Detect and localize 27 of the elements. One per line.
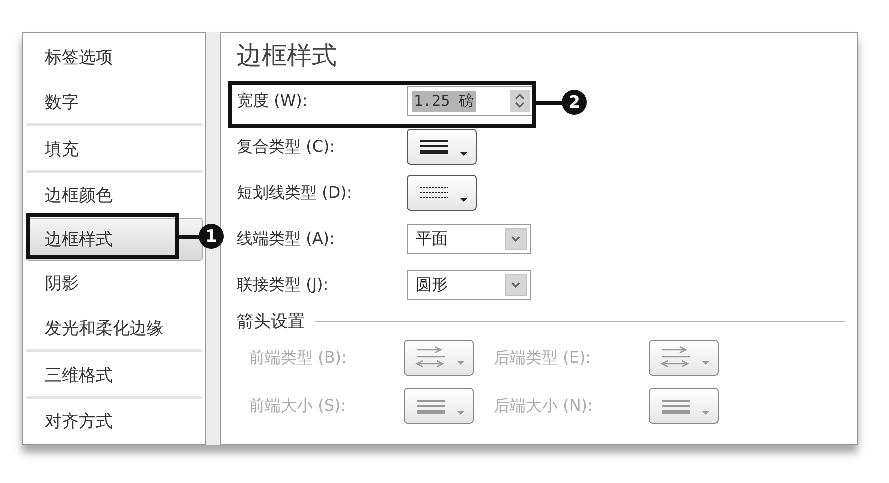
dropdown[interactable]: 平面 [407,224,531,254]
field-label: 宽度 (W): [237,90,309,112]
field-label: 后端大小 (N): [494,396,594,416]
sidebar-item[interactable]: 发光和柔化边缘 [26,306,203,352]
sidebar-item[interactable]: 阴影 [26,262,203,305]
field-label: 复合类型 (C): [237,136,336,158]
line-style-button[interactable] [407,129,477,165]
field-label: 前端类型 (B): [249,348,348,368]
field-label: 线端类型 (A): [237,228,336,250]
line-style-button[interactable] [407,175,477,211]
field-label: 短划线类型 (D): [237,182,354,204]
sidebar-item[interactable]: 边框颜色 [26,174,203,217]
width-field[interactable]: 1.25 磅 [407,86,535,116]
section-title: 箭头设置 [237,310,305,332]
sidebar-item[interactable]: 填充 [26,127,203,173]
sidebar-item[interactable]: 标签选项 [26,36,203,79]
sidebar-item[interactable]: 数字 [26,80,203,126]
panel-title: 边框样式 [237,40,338,72]
chevron-down-icon [505,228,527,250]
sidebar-item[interactable]: 对齐方式 [26,400,203,443]
chevron-down-icon [505,274,527,296]
field-label: 联接类型 (J): [237,274,330,296]
field-label: 前端大小 (S): [249,396,348,416]
sidebar-item[interactable]: 三维格式 [26,353,203,399]
field-label: 后端类型 (E): [494,348,592,368]
dropdown[interactable]: 圆形 [407,270,531,300]
spin-icon [510,90,530,112]
